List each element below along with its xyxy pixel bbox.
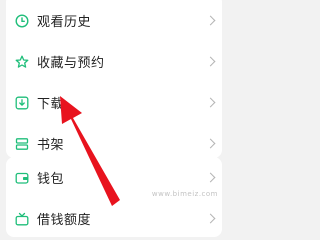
watermark-text: www.bimeiz.com: [151, 190, 218, 198]
download-icon: [15, 96, 29, 110]
bookshelf-icon: [15, 137, 29, 151]
credit-icon: [15, 212, 29, 226]
menu-item-favorites[interactable]: 收藏与预约: [6, 41, 222, 82]
menu-item-label: 下载: [37, 97, 65, 112]
chevron-right-icon: [205, 138, 216, 148]
menu-item-label: 钱包: [37, 172, 65, 187]
menu-item-bookshelf[interactable]: 书架: [6, 123, 222, 158]
wallet-icon: [15, 171, 29, 185]
menu-item-label: 借钱额度: [37, 213, 92, 228]
chevron-right-icon: [205, 97, 216, 107]
menu-item-label: 书架: [37, 138, 65, 153]
chevron-right-icon: [205, 172, 216, 182]
menu-item-download[interactable]: 下载: [6, 82, 222, 123]
clock-icon: [15, 13, 29, 28]
chevron-right-icon: [205, 15, 216, 25]
menu-item-label: 观看历史: [37, 15, 92, 30]
menu-item-watch-history[interactable]: 观看历史: [6, 0, 222, 41]
menu-item-credit[interactable]: 借钱额度: [6, 198, 222, 237]
menu-item-label: 收藏与预约: [37, 56, 105, 71]
chevron-right-icon: [205, 213, 216, 223]
main-menu-card: 观看历史 收藏与预约 下载 书架: [6, 0, 222, 158]
star-icon: [15, 55, 29, 69]
chevron-right-icon: [205, 56, 216, 66]
